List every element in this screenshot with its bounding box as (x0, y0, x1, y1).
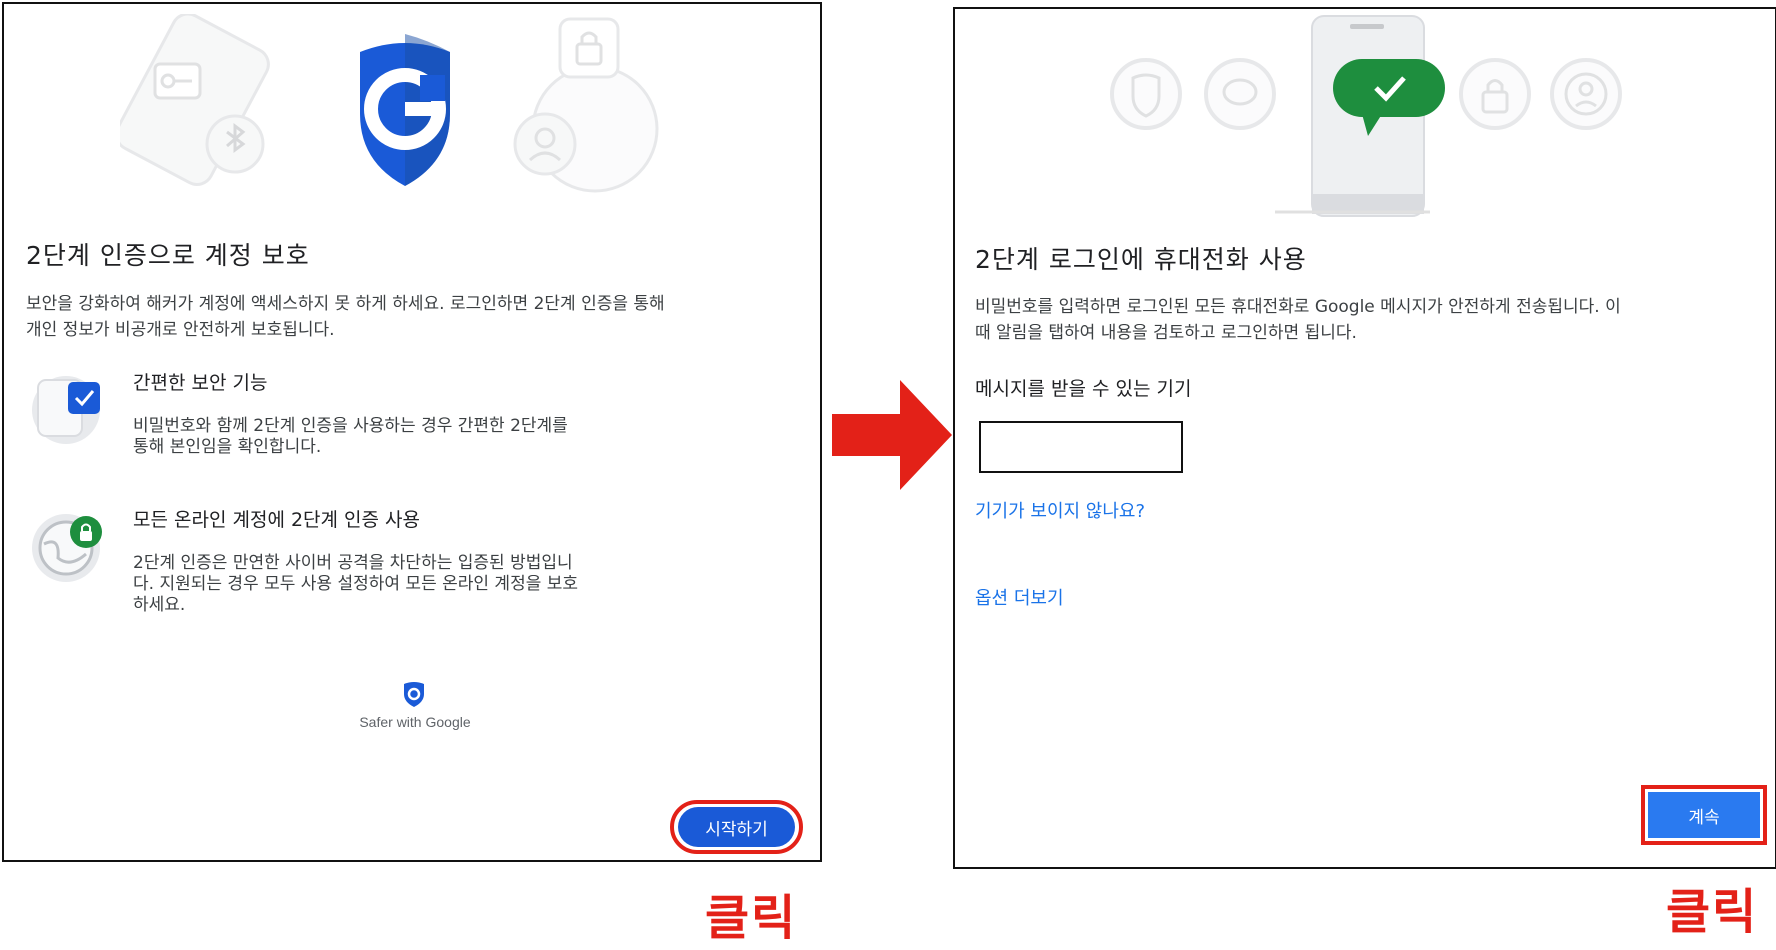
feature-all-accounts-title: 모든 온라인 계정에 2단계 인증 사용 (133, 509, 421, 531)
click-annotation-right: 클릭 (1666, 884, 1759, 940)
intro-description-line-1: 보안을 강화하여 해커가 계정에 액세스하지 못 하게 하세요. 로그인하면 2… (26, 294, 665, 314)
phone-check-icon (32, 376, 100, 444)
continue-button-highlight[interactable]: 계속 (1641, 785, 1767, 845)
red-arrow-icon (832, 380, 952, 490)
intro-description-line-2: 개인 정보가 비공개로 안전하게 보호됩니다. (26, 320, 335, 340)
phone-description-line-1: 비밀번호를 입력하면 로그인된 모든 휴대전화로 Google 메시지가 안전하… (975, 297, 1621, 317)
feature-easy-security-title: 간편한 보안 기능 (133, 372, 268, 394)
chat-bubble-icon (1204, 58, 1276, 130)
feature-all-accounts-desc-2: 다. 지원되는 경우 모두 사용 설정하여 모든 온라인 계정을 보호 (133, 574, 579, 594)
feature-all-accounts-desc-3: 하세요. (133, 595, 186, 615)
phone-step-title: 2단계 로그인에 휴대전화 사용 (975, 245, 1307, 274)
phone-prompt-illustration (1110, 15, 1622, 217)
devices-heading: 메시지를 받을 수 있는 기기 (975, 378, 1192, 400)
shield-outline-icon (1110, 58, 1182, 130)
feature-easy-security-desc-2: 통해 본인임을 확인합니다. (133, 437, 322, 457)
security-illustration (120, 14, 659, 193)
feature-all-accounts-desc-1: 2단계 인증은 만연한 사이버 공격을 차단하는 입증된 방법입니 (133, 553, 573, 573)
safer-with-google-text: Safer with Google (359, 714, 471, 730)
continue-button[interactable]: 계속 (1648, 792, 1760, 838)
more-options-link[interactable]: 옵션 더보기 (975, 584, 1064, 610)
phone-key-icon (120, 14, 270, 186)
cant-see-device-link[interactable]: 기기가 보이지 않나요? (975, 497, 1145, 523)
google-shield-icon (360, 34, 450, 186)
start-button[interactable]: 시작하기 (678, 807, 795, 847)
phone-description-line-2: 때 알림을 탭하여 내용을 검토하고 로그인하면 됩니다. (975, 323, 1357, 343)
page-title: 2단계 인증으로 계정 보호 (26, 241, 310, 270)
start-button-highlight[interactable]: 시작하기 (670, 800, 803, 854)
feature-easy-security-desc-1: 비밀번호와 함께 2단계 인증을 사용하는 경우 간편한 2단계를 (133, 416, 568, 436)
click-annotation-left: 클릭 (705, 890, 798, 946)
safer-with-google-shield-icon (404, 682, 424, 707)
device-list-box[interactable] (979, 421, 1183, 473)
account-circle-icon (1550, 58, 1622, 130)
globe-lock-icon (513, 17, 659, 193)
lock-outline-icon (1459, 58, 1531, 130)
globe-lock-badge-icon (32, 514, 102, 582)
